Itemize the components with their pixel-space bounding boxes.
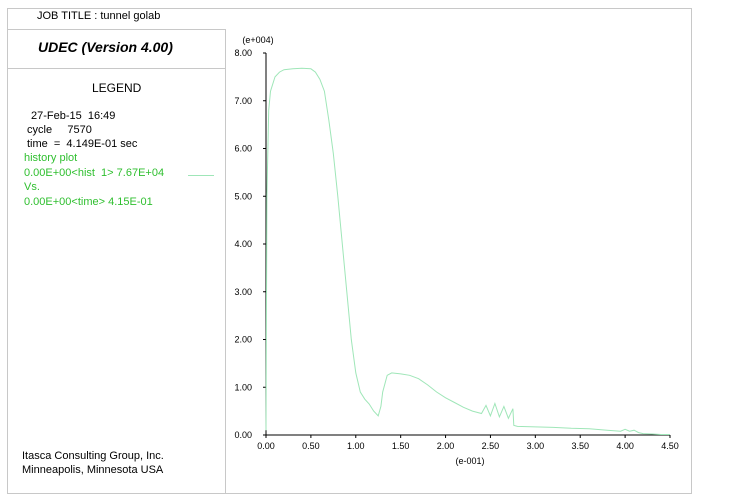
y-tick-label: 1.00 <box>234 382 252 392</box>
x-tick-label: 1.00 <box>347 441 365 451</box>
x-tick-label: 2.00 <box>437 441 455 451</box>
x-tick-label: 4.00 <box>616 441 634 451</box>
y-tick-label: 7.00 <box>234 96 252 106</box>
x-tick-label: 1.50 <box>392 441 410 451</box>
x-tick-label: 3.00 <box>527 441 545 451</box>
y-tick-label: 4.00 <box>234 239 252 249</box>
y-tick-label: 5.00 <box>234 191 252 201</box>
series-line <box>265 67 670 435</box>
history-chart: 0.00 0.50 1.00 1.50 2.00 2.50 3.00 3.50 4.00 4.50… <box>234 35 679 466</box>
y-tick-label: 0.00 <box>234 430 252 440</box>
y-tick-label: 3.00 <box>234 287 252 297</box>
y-tick-label: 6.00 <box>234 144 252 154</box>
x-axis-label: (e-001) <box>455 456 484 466</box>
x-tick-label: 2.50 <box>482 441 500 451</box>
x-tick-label: 4.50 <box>661 441 679 451</box>
y-tick-label: 8.00 <box>234 48 252 58</box>
y-tick-label: 2.00 <box>234 335 252 345</box>
y-axis-label: (e+004) <box>242 35 273 45</box>
x-tick-label: 3.50 <box>571 441 589 451</box>
x-tick-label: 0.50 <box>302 441 320 451</box>
x-tick-label: 0.00 <box>257 441 275 451</box>
